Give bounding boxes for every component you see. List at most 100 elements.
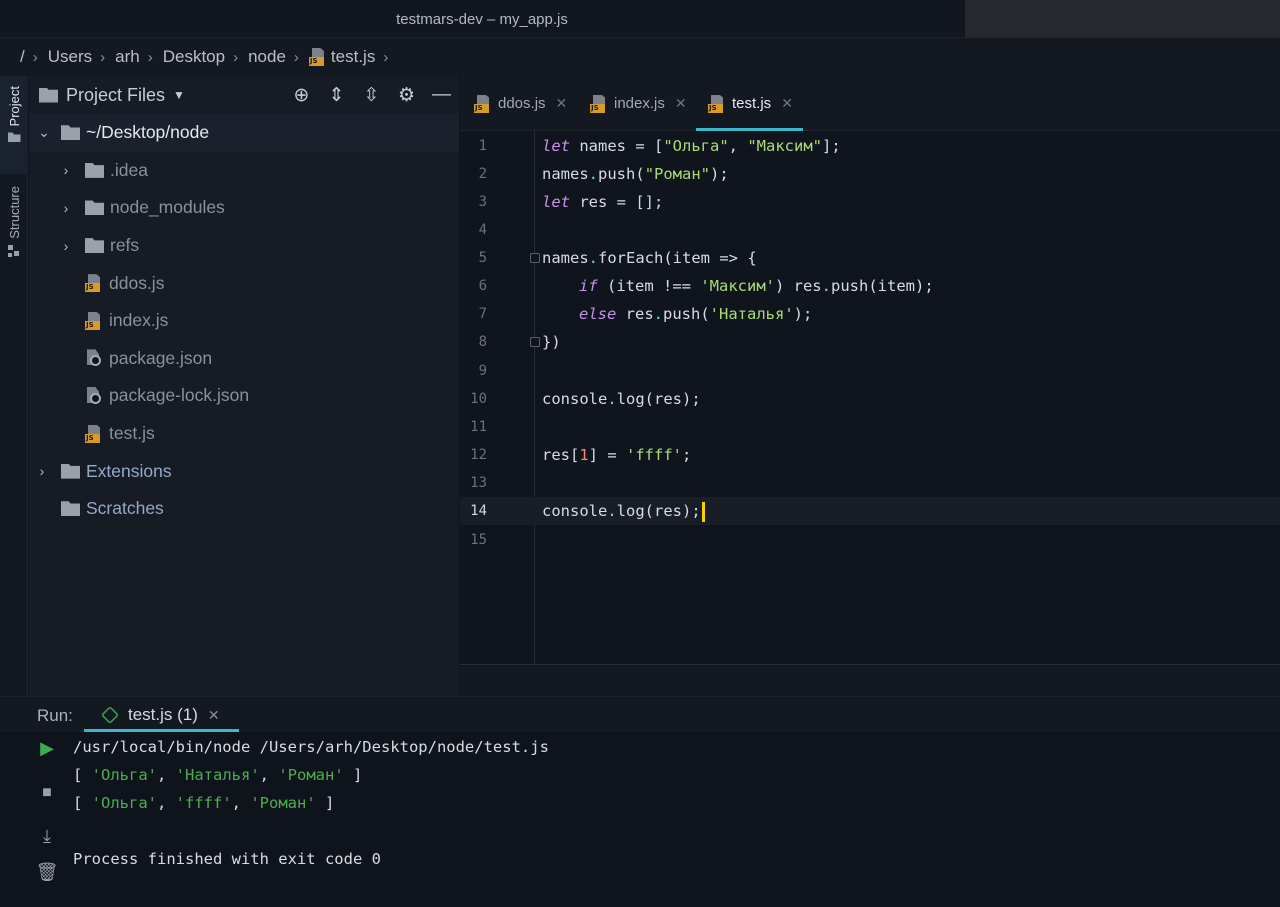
code-line[interactable]: 1 let names = ["Ольга", "Максим"]; — [460, 132, 1280, 160]
tree-item-scratches[interactable]: Scratches — [29, 490, 459, 528]
expand-all-icon[interactable]: ⇕ — [319, 84, 354, 107]
chevron-right-icon: › — [32, 48, 38, 66]
tree-item-label: package.json — [109, 347, 213, 368]
tab-label: ddos.js — [498, 95, 546, 112]
code-line[interactable]: 5 names.forEach(item => { — [460, 244, 1280, 272]
breadcrumb-users[interactable]: Users — [48, 47, 92, 67]
tree-item-label: Scratches — [86, 498, 164, 519]
close-icon[interactable]: ✕ — [781, 95, 793, 112]
code-line[interactable]: 2 names.push("Роман"); — [460, 160, 1280, 188]
tree-item-idea[interactable]: › .idea — [29, 152, 459, 190]
code-line[interactable]: 12 res[1] = 'ffff'; — [460, 441, 1280, 469]
chevron-right-icon: › — [293, 48, 299, 66]
code-text: res[1] = 'ffff'; — [542, 446, 692, 464]
line-number: 3 — [478, 194, 487, 210]
code-line[interactable]: 10 console.log(res); — [460, 385, 1280, 413]
breadcrumb-root[interactable]: / — [20, 47, 25, 67]
chevron-right-icon[interactable]: › — [57, 238, 75, 254]
tree-item-refs[interactable]: › refs — [29, 227, 459, 265]
output-line: [ 'Ольга', 'ffff', 'Роман' ] — [73, 794, 335, 812]
line-number: 15 — [470, 532, 487, 548]
code-line[interactable]: 8 }) — [460, 328, 1280, 356]
nodejs-icon — [100, 705, 120, 725]
output-command: /usr/local/bin/node /Users/arh/Desktop/n… — [73, 738, 549, 756]
close-icon[interactable]: ✕ — [208, 707, 220, 724]
toolwindow-tab-project[interactable]: Project — [0, 76, 28, 174]
tree-item-extensions[interactable]: › Extensions — [29, 452, 459, 490]
editor-bottom-area — [460, 666, 1280, 696]
locate-icon[interactable]: ⊕ — [284, 84, 319, 107]
close-icon[interactable]: ✕ — [556, 95, 568, 112]
code-line[interactable]: 3 let res = []; — [460, 188, 1280, 216]
code-editor[interactable]: 1 let names = ["Ольга", "Максим"]; 2 nam… — [460, 131, 1280, 665]
line-number: 8 — [478, 334, 487, 350]
folder-icon — [7, 132, 21, 143]
code-line[interactable]: 11 — [460, 413, 1280, 441]
tree-item-label: package-lock.json — [109, 385, 250, 406]
run-output[interactable]: ▶ ■ ⤓ 🗑 /usr/local/bin/node /Users/arh/D… — [0, 732, 1280, 907]
project-view-selector[interactable]: Project Files — [66, 85, 165, 106]
code-line-current[interactable]: 14 console.log(res); — [460, 497, 1280, 525]
folder-icon — [85, 238, 104, 254]
folder-icon — [85, 162, 104, 178]
tab-ddos-js[interactable]: JS ddos.js ✕ — [474, 76, 567, 131]
window-title: testmars-dev – my_app.js — [396, 11, 568, 28]
collapse-all-icon[interactable]: ⇳ — [354, 84, 389, 107]
code-text: let names = ["Ольга", "Максим"]; — [542, 137, 841, 155]
tree-item-root-folder[interactable]: ⌄ ~/Desktop/node — [29, 114, 459, 152]
js-file-icon: JS — [308, 48, 325, 66]
tree-item-node-modules[interactable]: › node_modules — [29, 189, 459, 227]
project-tree: ⌄ ~/Desktop/node › .idea › node_modules … — [29, 114, 459, 528]
chevron-down-icon[interactable]: ▼ — [173, 88, 185, 102]
fold-icon[interactable] — [530, 253, 540, 263]
gear-icon[interactable]: ⚙ — [389, 84, 424, 107]
run-tab-label: test.js (1) — [128, 705, 198, 724]
tree-item-index-js[interactable]: JS index.js — [29, 302, 459, 340]
minimize-icon[interactable]: — — [424, 84, 459, 106]
scroll-to-end-icon[interactable]: ⤓ — [29, 826, 65, 847]
line-number: 5 — [478, 250, 487, 266]
close-icon[interactable]: ✕ — [675, 95, 687, 112]
tree-item-label: refs — [110, 235, 140, 256]
tree-item-ddos-js[interactable]: JS ddos.js — [29, 264, 459, 302]
chevron-right-icon[interactable]: › — [57, 162, 75, 178]
toolwindow-tab-structure-label: Structure — [6, 186, 22, 239]
run-tab-test-js[interactable]: test.js (1) ✕ — [84, 697, 239, 733]
chevron-down-icon[interactable]: ⌄ — [35, 124, 53, 141]
line-number: 13 — [470, 475, 487, 491]
code-line[interactable]: 4 — [460, 216, 1280, 244]
breadcrumb-arh[interactable]: arh — [115, 47, 140, 67]
stop-icon[interactable]: ■ — [29, 784, 65, 802]
js-file-icon: JS — [708, 94, 724, 113]
tree-item-label: index.js — [109, 310, 169, 331]
chevron-right-icon[interactable]: › — [33, 463, 51, 479]
breadcrumb: / › Users › arh › Desktop › node › JS test.js… — [0, 38, 1280, 76]
line-number: 7 — [478, 306, 487, 322]
breadcrumb-node[interactable]: node — [248, 47, 286, 67]
code-line[interactable]: 13 — [460, 469, 1280, 497]
code-text: let res = []; — [542, 193, 664, 211]
titlebar-right-area — [965, 0, 1280, 38]
run-icon[interactable]: ▶ — [29, 738, 65, 759]
tree-item-test-js[interactable]: JS test.js — [29, 415, 459, 453]
toolwindow-tab-structure[interactable]: Structure — [0, 178, 28, 278]
breadcrumb-desktop[interactable]: Desktop — [163, 47, 225, 67]
tree-item-package-json[interactable]: package.json — [29, 340, 459, 378]
code-line[interactable]: 7 else res.push('Наталья'); — [460, 300, 1280, 328]
text-caret — [701, 501, 705, 522]
code-line[interactable]: 15 — [460, 526, 1280, 554]
tab-index-js[interactable]: JS index.js ✕ — [590, 76, 687, 131]
fold-icon[interactable] — [530, 337, 540, 347]
breadcrumb-file[interactable]: JS test.js — [308, 47, 375, 67]
tree-item-label: ~/Desktop/node — [86, 122, 210, 143]
code-line[interactable]: 6 if (item !== 'Максим') res.push(item); — [460, 272, 1280, 300]
folder-icon — [61, 463, 80, 479]
tree-item-package-lock-json[interactable]: package-lock.json — [29, 377, 459, 415]
chevron-right-icon[interactable]: › — [57, 200, 75, 216]
js-file-icon: JS — [590, 94, 606, 113]
run-toolbar: ▶ ■ ⤓ 🗑 — [29, 732, 65, 907]
code-line[interactable]: 9 — [460, 357, 1280, 385]
js-file-icon: JS — [85, 311, 101, 330]
trash-icon[interactable]: 🗑 — [29, 862, 65, 883]
tab-test-js[interactable]: JS test.js ✕ — [696, 76, 803, 131]
